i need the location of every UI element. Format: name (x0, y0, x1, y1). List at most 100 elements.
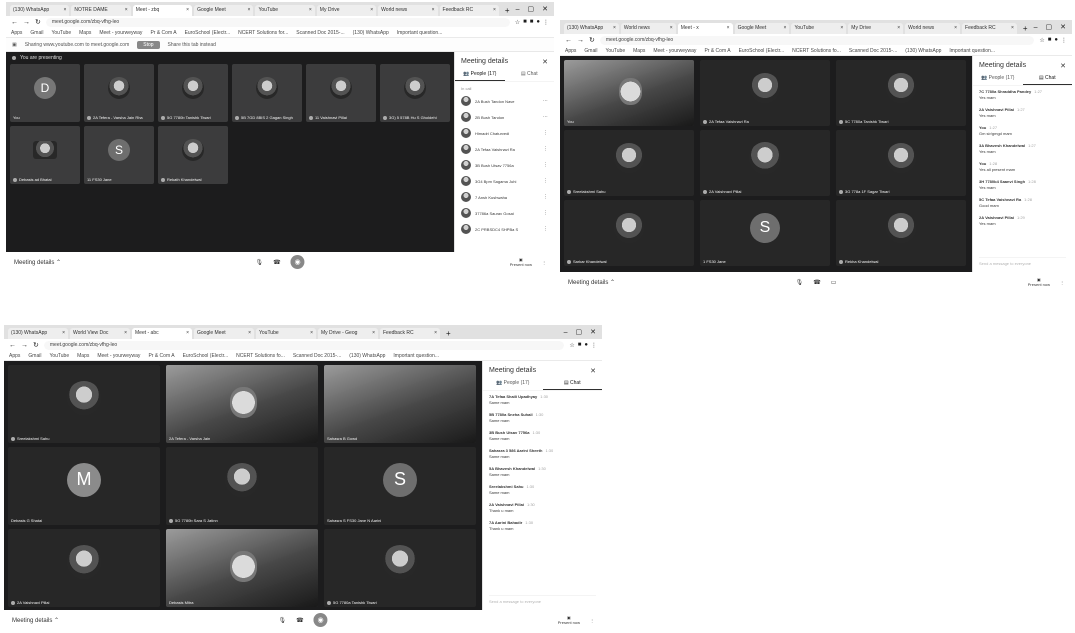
bookmark[interactable]: Maps (77, 353, 89, 359)
present-now-button[interactable]: ▣ Present now (1028, 277, 1050, 287)
browser-tab[interactable]: My Drive × (848, 23, 904, 34)
browser-tab-active[interactable]: Meet - abc × (132, 328, 192, 339)
people-list-item[interactable]: 2C PRBSDC4 SHPBa S ⋮ (455, 221, 554, 237)
new-tab-icon[interactable]: + (1019, 23, 1032, 34)
participant-tile[interactable]: Debasis ad Bhatai (10, 126, 80, 184)
bookmark[interactable]: NCERT Solutions for... (238, 30, 288, 36)
people-list-item[interactable]: 2B Bush Tandon ⋯ (455, 109, 554, 125)
bookmark[interactable]: YouTube (49, 353, 69, 359)
more-icon[interactable]: ⋯ (543, 98, 548, 104)
participant-tile[interactable]: 2A Vaishnavi Pillai (700, 130, 830, 196)
participant-tile[interactable]: 3G 778a 1F Sagar Tiwari (836, 130, 966, 196)
browser-tab[interactable]: My Drive - Geog × (318, 328, 378, 339)
more-options-icon[interactable]: ⋮ (1060, 280, 1064, 285)
pin-icon[interactable]: ⋮ (543, 130, 548, 136)
new-tab-icon[interactable]: + (442, 328, 455, 339)
maximize-icon[interactable]: ▢ (1046, 22, 1053, 34)
participant-tile[interactable]: 11 Vaishnavi Pillai (306, 64, 376, 122)
participant-tile[interactable]: Sahasra B Gowd (324, 365, 476, 443)
menu-icon[interactable]: ⋮ (543, 19, 549, 26)
browser-tab[interactable]: YouTube × (791, 23, 847, 34)
participant-tile[interactable]: D You (10, 64, 80, 122)
extension-icon[interactable]: ■ (523, 19, 527, 26)
participant-tile[interactable]: Rekha Khandelwal (836, 200, 966, 266)
minimize-icon[interactable]: – (1034, 22, 1038, 34)
tab-people[interactable]: 👥 People (17) (455, 68, 505, 81)
participant-tile[interactable]: Rekath Khandelwal (158, 126, 228, 184)
tab-chat[interactable]: ▤ Chat (542, 377, 602, 390)
meeting-details-button[interactable]: Meeting details ⌃ (14, 259, 61, 266)
url-field[interactable]: meet.google.com/zbq-vfhg-leo (43, 340, 565, 350)
profile-icon[interactable]: ● (1054, 37, 1058, 44)
back-icon[interactable]: ← (9, 342, 16, 349)
chat-input[interactable]: Send a message to everyone (979, 257, 1066, 266)
browser-tab-active[interactable]: Meet - x × (677, 23, 733, 34)
bookmark[interactable]: NCERT Solutions fo... (236, 353, 285, 359)
menu-icon[interactable]: ⋮ (1061, 37, 1067, 44)
participant-tile[interactable]: S Sahasra S FS30 Jane N Aarini (324, 447, 476, 525)
mic-icon[interactable]: 🎙 (278, 617, 286, 624)
browser-tab[interactable]: (130) WhatsApp × (564, 23, 619, 34)
bookmark[interactable]: Pr & Com A (148, 353, 174, 359)
close-icon[interactable]: ✕ (1060, 22, 1066, 34)
camera-off-icon[interactable]: ◉ (313, 613, 328, 627)
back-icon[interactable]: ← (565, 37, 572, 44)
participant-tile[interactable]: 5G 7780a Tanishk Tiwari (324, 529, 476, 607)
close-icon[interactable]: ✕ (542, 4, 548, 16)
browser-tab[interactable]: Feedback RC × (439, 5, 499, 16)
participant-tile[interactable]: 2A Tefaa Vaishnavi Ra (700, 60, 830, 126)
people-list-item[interactable]: 3G4 Bpm Sagama Juhi ⋮ (455, 173, 554, 189)
participant-tile[interactable]: 2A Tefera - Varsha Jain Rha (84, 64, 154, 122)
back-icon[interactable]: ← (11, 19, 18, 26)
close-panel-icon[interactable]: ✕ (542, 58, 548, 66)
tab-people[interactable]: 👥 People (17) (973, 72, 1023, 85)
participant-tile[interactable]: Sreelakshmi Sahu (8, 365, 160, 443)
bookmark[interactable]: (130) WhatsApp (353, 30, 389, 36)
maximize-icon[interactable]: ▢ (528, 4, 535, 16)
browser-tab[interactable]: Google Meet × (734, 23, 790, 34)
browser-tab[interactable]: Feedback RC × (380, 328, 440, 339)
people-list-item[interactable]: Himadri Chaturvedi ⋮ (455, 125, 554, 141)
hang-up-icon[interactable]: ☎ (273, 259, 280, 266)
bookmark[interactable]: Apps (11, 30, 22, 36)
hang-up-icon[interactable]: ☎ (813, 279, 820, 286)
forward-icon[interactable]: → (21, 342, 28, 349)
bookmark[interactable]: Scanned Doc 2015-... (296, 30, 344, 36)
bookmark[interactable]: Maps (79, 30, 91, 36)
camera-off-icon[interactable]: ◉ (290, 255, 305, 269)
participant-tile[interactable]: 5B 7GD 8BIS 2 Gagan Singh (232, 64, 302, 122)
tab-chat[interactable]: ▤ Chat (1022, 72, 1072, 85)
browser-tab[interactable]: World View Doc × (70, 328, 130, 339)
participant-tile[interactable]: Sreelakshmi Sahu (564, 130, 694, 196)
participant-tile[interactable]: Debasis Mitra (166, 529, 318, 607)
pin-icon[interactable]: ⋮ (543, 178, 548, 184)
pin-icon[interactable]: ⋮ (543, 162, 548, 168)
reload-icon[interactable]: ↻ (33, 341, 39, 349)
minimize-icon[interactable]: – (516, 4, 520, 16)
share-this-tab-link[interactable]: Share this tab instead (168, 42, 216, 48)
bookmark[interactable]: Scanned Doc 2015-... (293, 353, 341, 359)
stop-sharing-button[interactable]: Stop (137, 40, 160, 49)
star-icon[interactable]: ☆ (515, 19, 520, 26)
people-list-item[interactable]: 2A Tefaa Vaishnavi Ra ⋮ (455, 141, 554, 157)
browser-tab-active[interactable]: Meet - zbq × (132, 5, 193, 16)
pin-icon[interactable]: ⋮ (543, 194, 548, 200)
minimize-icon[interactable]: – (564, 327, 568, 339)
star-icon[interactable]: ☆ (1039, 37, 1044, 44)
browser-tab[interactable]: YouTube × (256, 328, 316, 339)
bookmark[interactable]: EuroSchool (Electr... (185, 30, 231, 36)
bookmark[interactable]: Gmail (28, 353, 41, 359)
participant-tile[interactable]: M Debasis G Shatai (8, 447, 160, 525)
pin-icon[interactable]: ⋮ (543, 146, 548, 152)
forward-icon[interactable]: → (577, 37, 584, 44)
reload-icon[interactable]: ↻ (35, 18, 41, 26)
profile-icon[interactable]: ● (584, 342, 588, 349)
tab-chat[interactable]: ▤ Chat (505, 68, 555, 81)
present-now-button[interactable]: ▣ Present now (510, 257, 532, 267)
bookmark[interactable]: Gmail (584, 48, 597, 54)
bookmark[interactable]: (130) WhatsApp (349, 353, 385, 359)
menu-icon[interactable]: ⋮ (591, 342, 597, 349)
camera-icon[interactable]: ▭ (831, 279, 837, 286)
bookmark[interactable]: Meet - yourweyway (97, 353, 140, 359)
maximize-icon[interactable]: ▢ (576, 327, 583, 339)
